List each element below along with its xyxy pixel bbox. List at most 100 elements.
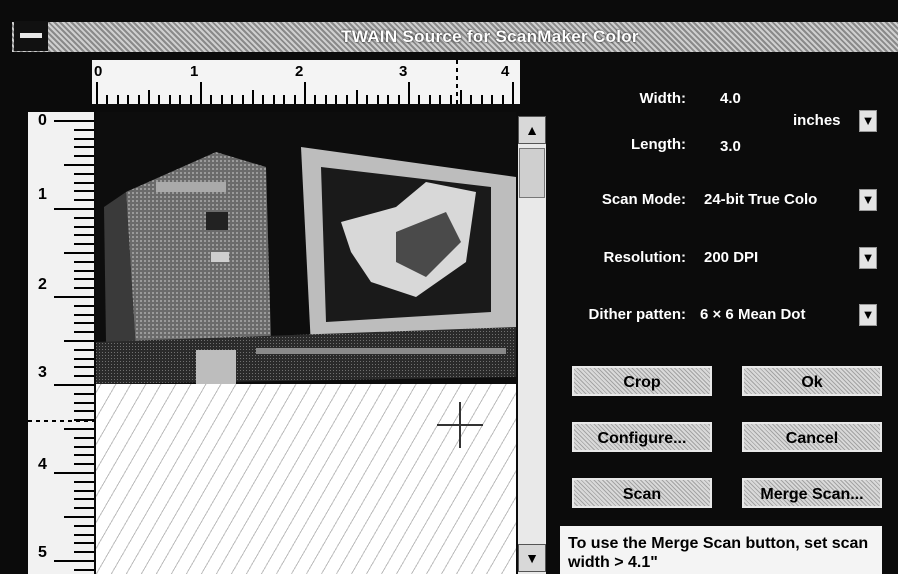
ruler-tick xyxy=(231,95,234,104)
ruler-tick xyxy=(74,410,94,413)
ruler-tick xyxy=(335,95,338,104)
ruler-tick xyxy=(491,95,494,104)
ruler-tick xyxy=(74,498,94,501)
ruler-tick xyxy=(74,454,94,457)
ruler-tick xyxy=(158,95,161,104)
ruler-tick xyxy=(345,95,348,104)
crosshair-cursor xyxy=(437,402,483,448)
ruler-tick xyxy=(74,172,94,175)
scan-button[interactable]: Scan xyxy=(572,478,712,508)
ruler-tick xyxy=(304,82,306,104)
units-select-value[interactable]: inches xyxy=(793,112,841,129)
ruler-tick xyxy=(356,90,358,104)
scan-mode-select-value[interactable]: 24-bit True Colo xyxy=(704,191,817,208)
ruler-tick xyxy=(74,551,94,554)
scan-preview-area[interactable] xyxy=(96,112,516,574)
ruler-tick xyxy=(74,216,94,219)
ruler-tick xyxy=(200,82,202,104)
ruler-label-h-1: 1 xyxy=(190,63,199,80)
system-menu-icon[interactable] xyxy=(14,21,48,51)
ruler-tick xyxy=(179,95,182,104)
ruler-tick xyxy=(283,95,286,104)
dither-label: Dither patten: xyxy=(588,306,687,323)
ruler-tick xyxy=(189,95,192,104)
ruler-tick xyxy=(74,568,94,571)
ruler-tick xyxy=(74,348,94,351)
crop-edge-marker-v xyxy=(28,420,94,422)
scroll-up-arrow-icon[interactable]: ▲ xyxy=(518,116,546,144)
scrollbar-thumb[interactable] xyxy=(519,148,545,198)
merge-scan-info-text: To use the Merge Scan button, set scan w… xyxy=(560,526,882,574)
ruler-tick xyxy=(74,155,94,158)
ruler-tick xyxy=(137,95,140,104)
ruler-tick xyxy=(418,95,421,104)
width-label: Width: xyxy=(639,90,686,107)
ruler-tick xyxy=(74,331,94,334)
vertical-ruler: 0 1 2 3 4 5 xyxy=(28,112,94,574)
ruler-tick xyxy=(74,181,94,184)
ok-button[interactable]: Ok xyxy=(742,366,882,396)
ruler-tick xyxy=(74,401,94,404)
ruler-tick xyxy=(220,95,223,104)
ruler-label-v-4: 4 xyxy=(38,456,47,473)
scan-mode-dropdown-arrow-icon[interactable]: ▼ xyxy=(859,189,877,211)
merge-scan-button[interactable]: Merge Scan... xyxy=(742,478,882,508)
ruler-tick xyxy=(127,95,130,104)
window-title: TWAIN Source for ScanMaker Color xyxy=(341,27,639,46)
ruler-tick xyxy=(54,208,94,210)
resolution-select-value[interactable]: 200 DPI xyxy=(704,249,758,266)
length-label: Length: xyxy=(631,136,686,153)
ruler-tick xyxy=(74,524,94,527)
resolution-dropdown-arrow-icon[interactable]: ▼ xyxy=(859,247,877,269)
ruler-tick xyxy=(74,445,94,448)
twain-scan-window: TWAIN Source for ScanMaker Color 0 1 2 3… xyxy=(0,0,898,574)
crop-button[interactable]: Crop xyxy=(572,366,712,396)
ruler-tick xyxy=(74,463,94,466)
ruler-tick xyxy=(96,82,98,104)
resolution-label: Resolution: xyxy=(603,249,687,266)
ruler-tick xyxy=(74,243,94,246)
ruler-tick xyxy=(293,95,296,104)
preview-vertical-scrollbar[interactable]: ▲ ▼ xyxy=(518,116,546,574)
configure-button[interactable]: Configure... xyxy=(572,422,712,452)
ruler-tick xyxy=(428,95,431,104)
length-value[interactable]: 3.0 xyxy=(720,138,741,155)
ruler-tick xyxy=(470,95,473,104)
cancel-button[interactable]: Cancel xyxy=(742,422,882,452)
ruler-label-v-0: 0 xyxy=(38,112,47,129)
ruler-label-v-1: 1 xyxy=(38,186,47,203)
ruler-tick xyxy=(262,95,265,104)
ruler-tick xyxy=(64,428,94,430)
ruler-tick xyxy=(408,82,410,104)
ruler-label-h-2: 2 xyxy=(295,63,304,80)
ruler-tick xyxy=(241,95,244,104)
ruler-tick xyxy=(74,287,94,290)
ruler-tick xyxy=(54,120,94,122)
crop-edge-marker-h xyxy=(456,60,458,104)
ruler-tick xyxy=(74,260,94,263)
ruler-tick xyxy=(148,90,150,104)
ruler-label-v-2: 2 xyxy=(38,276,47,293)
ruler-tick xyxy=(54,472,94,474)
ruler-tick xyxy=(54,296,94,298)
ruler-tick xyxy=(74,128,94,131)
scan-mode-label: Scan Mode: xyxy=(601,191,686,208)
ruler-tick xyxy=(480,95,483,104)
ruler-tick xyxy=(116,95,119,104)
width-value[interactable]: 4.0 xyxy=(720,90,741,107)
ruler-tick xyxy=(64,340,94,342)
ruler-tick xyxy=(74,375,94,378)
dither-dropdown-arrow-icon[interactable]: ▼ xyxy=(859,304,877,326)
ruler-tick xyxy=(501,95,504,104)
ruler-tick xyxy=(210,95,213,104)
scroll-down-arrow-icon[interactable]: ▼ xyxy=(518,544,546,572)
ruler-tick xyxy=(74,533,94,536)
ruler-tick xyxy=(74,366,94,369)
ruler-tick xyxy=(74,313,94,316)
units-dropdown-arrow-icon[interactable]: ▼ xyxy=(859,110,877,132)
ruler-label-h-3: 3 xyxy=(399,63,408,80)
ruler-tick xyxy=(376,95,379,104)
ruler-tick xyxy=(74,269,94,272)
ruler-tick xyxy=(314,95,317,104)
dither-select-value[interactable]: 6 × 6 Mean Dot xyxy=(700,306,805,323)
